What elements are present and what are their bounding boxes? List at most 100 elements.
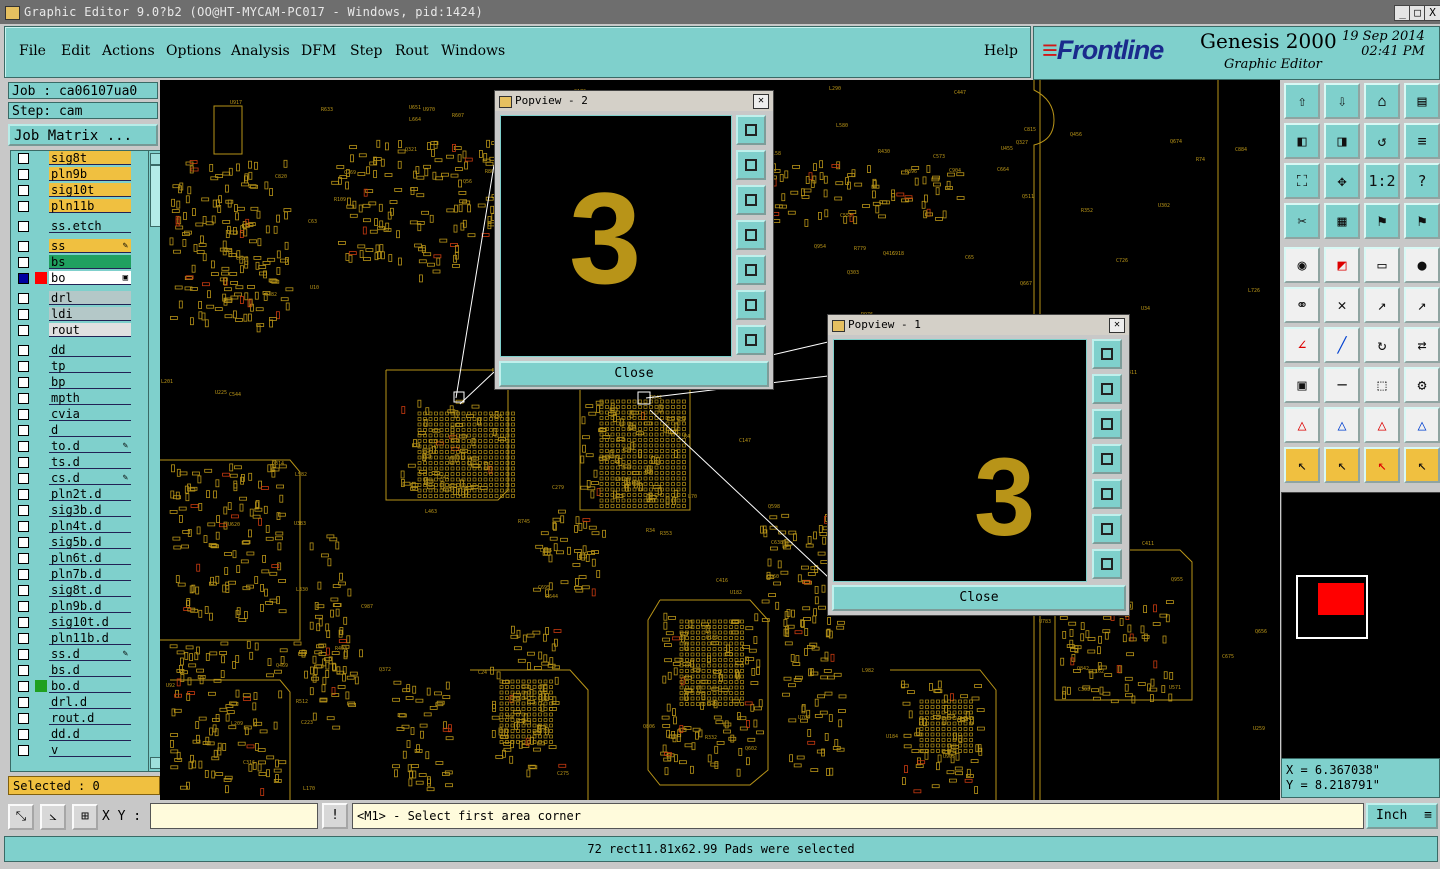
layer-row-pln9b-d[interactable]: pln9b.d (11, 599, 148, 614)
unit-selector[interactable]: Inch ≡ (1366, 803, 1438, 829)
add-pad-b-button[interactable]: ↗ (1404, 287, 1440, 323)
menu-windows[interactable]: Windows (441, 43, 505, 59)
ratio-1-2-button[interactable]: 1:2 (1364, 163, 1400, 199)
job-matrix-button[interactable]: Job Matrix ... (8, 124, 158, 146)
menu-help[interactable]: Help (984, 43, 1018, 59)
menu-edit[interactable]: Edit (61, 43, 90, 59)
layer-checkbox[interactable] (18, 473, 29, 484)
layer-row-drl-d[interactable]: drl.d (11, 695, 148, 710)
menu-rout[interactable]: Rout (395, 43, 429, 59)
layer-row-pln11b[interactable]: pln11b (11, 199, 148, 214)
layer-name[interactable]: sig8t.d (49, 583, 131, 597)
layer-checkbox[interactable] (18, 553, 29, 564)
popview-1-fit-button[interactable] (1092, 514, 1122, 544)
layer-row-bo-d[interactable]: bo.d (11, 679, 148, 694)
arc-button[interactable]: ↻ (1364, 327, 1400, 363)
snap-mode-button[interactable]: ⤡ (8, 804, 34, 830)
layer-row-pln6t-d[interactable]: pln6t.d (11, 551, 148, 566)
pointer-box-button[interactable]: ↖ (1324, 447, 1360, 483)
zoom-center-button[interactable]: ✥ (1324, 163, 1360, 199)
layer-name[interactable]: bp (49, 375, 131, 389)
layer-name[interactable]: pln9b (49, 167, 131, 181)
layer-checkbox[interactable] (18, 537, 29, 548)
layer-name[interactable]: ss.etch (49, 219, 131, 233)
layer-checkbox[interactable] (18, 409, 29, 420)
layer-name[interactable]: pln11b (49, 199, 131, 213)
popview-2-pan-right-button[interactable] (736, 255, 766, 285)
layer-row-sig8t[interactable]: sig8t (11, 151, 148, 166)
layer-row-ss-d[interactable]: ss.d ✎ (11, 647, 148, 662)
layer-name[interactable]: ss ✎ (49, 239, 131, 253)
layer-checkbox[interactable] (18, 617, 29, 628)
menu-dfm[interactable]: DFM (301, 43, 336, 59)
layer-row-sig8t-d[interactable]: sig8t.d (11, 583, 148, 598)
connect-button[interactable]: ⚭ (1284, 287, 1320, 323)
xy-input[interactable] (150, 803, 318, 829)
layer-checkbox[interactable] (18, 489, 29, 500)
layer-checkbox[interactable] (18, 221, 29, 232)
pointer-button[interactable]: ↖ (1284, 447, 1320, 483)
select-pad-button[interactable]: ◉ (1284, 247, 1320, 283)
layer-checkbox[interactable] (18, 325, 29, 336)
popview-2-view[interactable]: 3 (500, 115, 732, 357)
layer-checkbox[interactable] (18, 441, 29, 452)
layer-name[interactable]: pln7b.d (49, 567, 131, 581)
menu-step[interactable]: Step (350, 43, 382, 59)
layer-row-rout-d[interactable]: rout.d (11, 711, 148, 726)
layer-name[interactable]: pln11b.d (49, 631, 131, 645)
menu-analysis[interactable]: Analysis (231, 43, 290, 59)
popview-2-pan-up-button[interactable] (736, 150, 766, 180)
layer-row-bo[interactable]: bo ▣ (11, 271, 148, 286)
layer-checkbox[interactable] (18, 153, 29, 164)
layer-name[interactable]: rout.d (49, 711, 131, 725)
scale-button[interactable]: ≡ (1404, 123, 1440, 159)
layer-row-mpth[interactable]: mpth (11, 391, 148, 406)
layer-row-pln9b[interactable]: pln9b (11, 167, 148, 182)
fit-button[interactable]: ⛶ (1284, 163, 1320, 199)
layer-row-ts-d[interactable]: ts.d (11, 455, 148, 470)
layer-tools-b-button[interactable]: ⚑ (1404, 203, 1440, 239)
layer-row-tp[interactable]: tp (11, 359, 148, 374)
layer-checkbox[interactable] (18, 273, 29, 284)
layer-row-pln7b-d[interactable]: pln7b.d (11, 567, 148, 582)
layer-checkbox[interactable] (18, 309, 29, 320)
layer-checkbox[interactable] (18, 697, 29, 708)
minimap[interactable] (1281, 492, 1440, 759)
layer-checkbox[interactable] (18, 601, 29, 612)
layer-row-ss[interactable]: ss ✎ (11, 239, 148, 254)
menu-options[interactable]: Options (166, 43, 221, 59)
layer-name[interactable]: sig8t (49, 151, 131, 165)
box-button[interactable]: ⬚ (1364, 367, 1400, 403)
layer-swap-button[interactable]: ⚙ (1404, 367, 1440, 403)
fill-red-button[interactable]: ◩ (1324, 247, 1360, 283)
layer-checkbox[interactable] (18, 241, 29, 252)
undo-zoom-button[interactable]: ↺ (1364, 123, 1400, 159)
minimap-viewport[interactable] (1318, 583, 1364, 615)
layer-checkbox[interactable] (18, 505, 29, 516)
layer-name[interactable]: sig3b.d (49, 503, 131, 517)
layer-row-d[interactable]: d (11, 423, 148, 438)
layer-name[interactable]: v (49, 743, 131, 757)
layer-row-sig5b-d[interactable]: sig5b.d (11, 535, 148, 550)
layer-row-bp[interactable]: bp (11, 375, 148, 390)
layer-row-pln11b-d[interactable]: pln11b.d (11, 631, 148, 646)
add-pad-button[interactable]: ↗ (1364, 287, 1400, 323)
popview-2-pan-left-button[interactable] (736, 220, 766, 250)
layer-row-ldi[interactable]: ldi (11, 307, 148, 322)
layer-name[interactable]: sig5b.d (49, 535, 131, 549)
layer-name[interactable]: cvia (49, 407, 131, 421)
layer-checkbox[interactable] (18, 681, 29, 692)
window-button[interactable]: ▤ (1404, 83, 1440, 119)
layer-row-bs-d[interactable]: bs.d (11, 663, 148, 678)
triangle-red-b-button[interactable]: △ (1364, 407, 1400, 443)
line-red-button[interactable]: ∠ (1284, 327, 1320, 363)
grid-snap-button[interactable]: ⊞ (72, 804, 98, 830)
query-button[interactable]: ? (1404, 163, 1440, 199)
layer-checkbox[interactable] (18, 745, 29, 756)
layer-name[interactable]: pln2t.d (49, 487, 131, 501)
layer-name[interactable]: ts.d (49, 455, 131, 469)
popview-2-pan-down-button[interactable] (736, 185, 766, 215)
layer-name[interactable]: drl.d (49, 695, 131, 709)
triangle-blue-b-button[interactable]: △ (1404, 407, 1440, 443)
layer-row-cs-d[interactable]: cs.d ✎ (11, 471, 148, 486)
